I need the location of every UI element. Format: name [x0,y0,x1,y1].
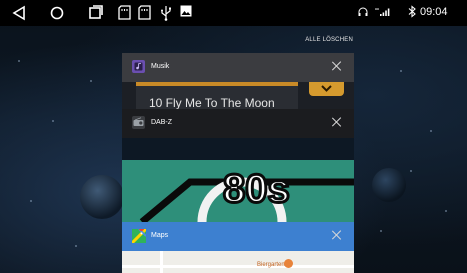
headset-icon [358,7,368,16]
home-icon[interactable] [50,6,64,20]
music-app-icon [132,60,145,73]
station-logo-text: 80s [222,167,292,211]
card-title: Maps [151,232,169,239]
recent-app-card[interactable]: Maps Biergarten [122,222,354,273]
status-bar: 09:04 [0,0,467,26]
header-gap [122,138,354,160]
clear-all-button[interactable]: ALLE LÖSCHEN [305,37,353,43]
close-icon[interactable] [331,116,343,128]
radio-icon [133,117,144,126]
signal-icon [375,8,390,16]
recent-app-card[interactable]: DAB-Z 80s [122,109,354,222]
maps-app-icon [130,225,148,245]
sd-card-2-icon [138,5,151,20]
recent-app-card[interactable]: Musik 10 Fly Me To The Moon [122,53,354,109]
preview-song-title: 10 Fly Me To The Moon [149,96,275,109]
planet-graphic [80,175,124,219]
card-title: DAB-Z [151,119,172,126]
chevron-down-icon [321,85,332,92]
card-header: Musik [122,53,354,82]
close-icon[interactable] [331,60,343,72]
map-label: Biergarten [257,262,285,268]
planet-graphic [372,168,406,202]
card-header: DAB-Z [122,109,354,138]
image-icon [180,5,192,17]
map-poi-icon [284,259,293,268]
clock: 09:04 [420,6,448,18]
map-pin-icon [130,225,148,245]
map-road [160,251,163,273]
usb-icon [161,6,171,21]
radio-app-icon [132,116,145,129]
progress-bar [136,82,298,86]
back-icon[interactable] [12,5,26,21]
card-header: Maps [122,222,354,251]
card-title: Musik [151,63,170,70]
sd-card-icon [118,5,131,20]
bluetooth-icon [408,5,416,18]
map-road [122,265,354,268]
recents-icon[interactable] [88,4,104,20]
close-icon[interactable] [331,229,343,241]
dropdown-button [309,82,344,96]
music-note-icon [134,62,143,71]
map-road [122,251,354,273]
